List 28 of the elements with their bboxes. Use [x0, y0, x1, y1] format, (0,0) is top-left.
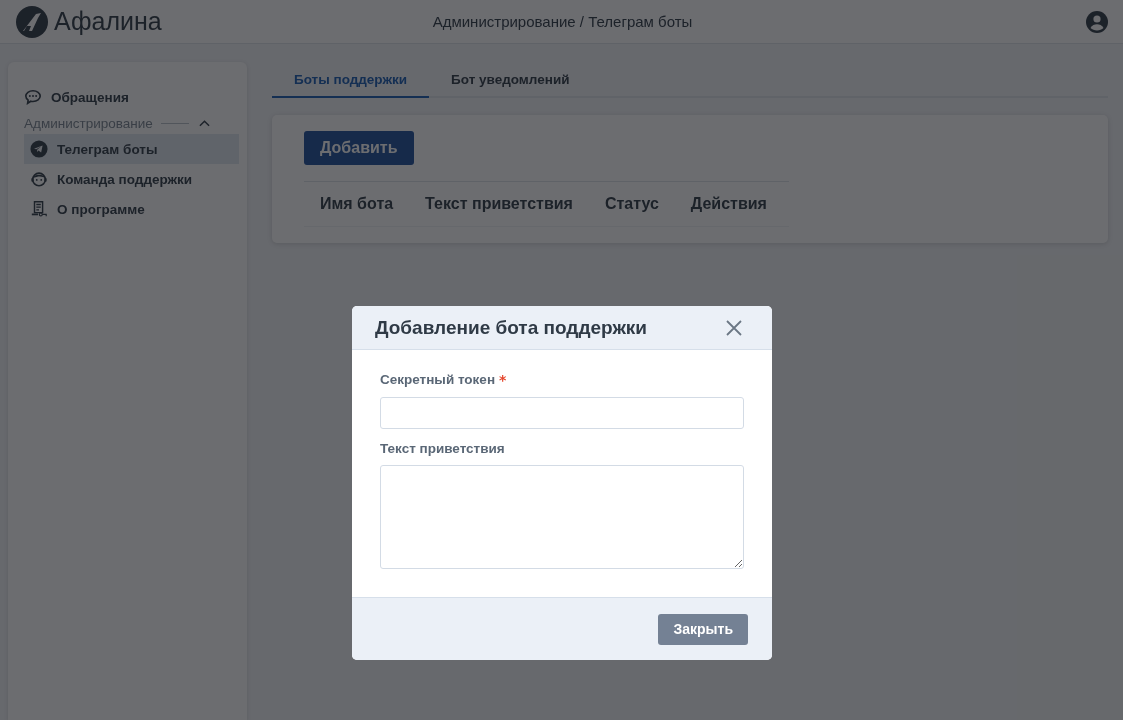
field-label: Секретный токен — [380, 372, 496, 389]
input-field[interactable] — [380, 397, 744, 430]
close-button[interactable]: Закрыть — [658, 613, 748, 645]
sidebar-item[interactable]: Команда поддержки — [24, 164, 239, 194]
document-key-icon — [30, 200, 48, 218]
sidebar-item[interactable]: О программе — [24, 194, 239, 224]
column-header: Действия — [690, 195, 767, 213]
user-account-icon[interactable] — [1085, 9, 1109, 34]
add-button[interactable]: Добавить — [304, 131, 414, 165]
textarea-field[interactable] — [380, 465, 744, 570]
column-header: Статус — [604, 195, 659, 213]
column-header: Текст приветствия — [425, 195, 573, 213]
telegram-icon — [30, 140, 48, 158]
chevron-up-icon — [198, 119, 210, 127]
logo-icon — [16, 5, 48, 38]
support-agent-icon — [30, 170, 48, 188]
sidebar-item[interactable]: Телеграм боты — [24, 134, 239, 164]
app-logo-text: Афалина — [54, 7, 162, 36]
field-label: Текст приветствия — [380, 441, 505, 457]
close-icon[interactable] — [726, 319, 742, 336]
tab[interactable]: Боты поддержки — [272, 62, 430, 98]
chat-icon — [24, 88, 42, 106]
sidebar-item[interactable]: Обращения — [24, 82, 239, 112]
tab[interactable]: Бот уведомлений — [429, 62, 592, 98]
column-header: Имя бота — [320, 195, 394, 213]
required-mark: * — [499, 372, 507, 389]
breadcrumb: Администрирование / Телеграм боты — [432, 13, 693, 30]
dialog-title: Добавление бота поддержки — [375, 316, 648, 339]
